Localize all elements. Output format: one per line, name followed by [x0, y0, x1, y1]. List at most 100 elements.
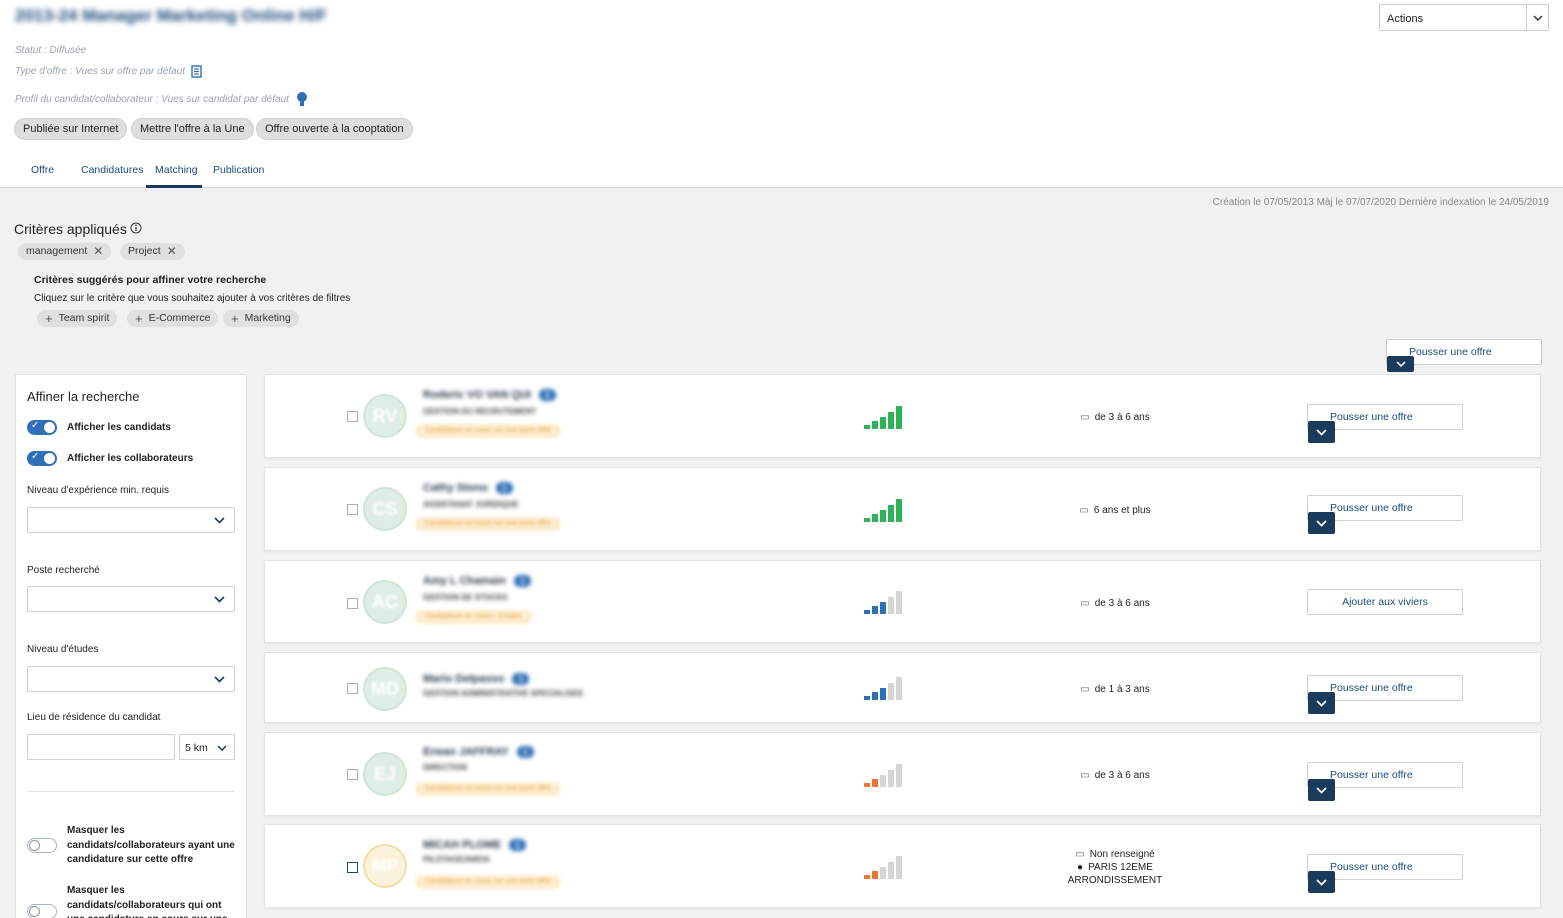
candidate-name-text: Cathy Stono — [423, 482, 488, 494]
candidate-name-text: Mario Delpasso — [423, 673, 505, 685]
candidate-name[interactable]: Amy L Chamain 1 — [423, 575, 531, 587]
match-bar — [880, 510, 886, 522]
push-offer-dropdown[interactable] — [1308, 512, 1335, 534]
match-bar — [888, 862, 894, 879]
check-icon: ✓ — [31, 420, 40, 431]
position-select[interactable] — [27, 586, 235, 612]
add-to-talent-pool-button[interactable]: Ajouter aux viviers — [1307, 589, 1463, 615]
experience-text: de 3 à 6 ans — [1094, 770, 1150, 781]
push-offer-dropdown[interactable] — [1308, 779, 1335, 801]
candidate-card[interactable]: MP MICAH PLOME 1 PILOTAGE/AMOA Candidature e… — [264, 824, 1541, 908]
distance-select[interactable]: 5 km — [179, 734, 235, 760]
experience-info: ▭ 6 ans et plus — [1055, 504, 1175, 517]
experience-select[interactable] — [27, 507, 235, 533]
location-pin-icon: ● — [1077, 862, 1084, 873]
mask-ongoing-toggle[interactable] — [27, 904, 57, 918]
push-offer-label: Pousser une offre — [1409, 346, 1492, 358]
experience-label: Niveau d'expérience min. requis — [27, 485, 169, 496]
push-offer-label: Pousser une offre — [1330, 411, 1413, 423]
avatar-initials: MD — [371, 678, 399, 699]
candidate-checkbox[interactable] — [347, 862, 358, 873]
candidate-count-badge: 1 — [512, 673, 530, 685]
document-icon[interactable] — [191, 65, 202, 78]
show-collaborators-toggle[interactable]: ✓ — [27, 451, 57, 466]
candidate-card[interactable]: RV Roderic VO VAN QUI 1 GESTION DU RECRUTEM… — [264, 374, 1541, 458]
candidate-checkbox[interactable] — [347, 683, 358, 694]
candidate-name[interactable]: Erwan JAFFRAY 1 — [423, 746, 534, 758]
avatar-initials: CS — [372, 498, 398, 519]
tab-offre[interactable]: Offre — [31, 164, 54, 176]
chevron-down-icon — [214, 515, 225, 527]
candidate-role: DIRECTION — [423, 763, 467, 772]
avatar-initials: RV — [372, 405, 398, 426]
candidate-name[interactable]: Cathy Stono 1 — [423, 482, 513, 494]
candidate-checkbox[interactable] — [347, 598, 358, 609]
mask-applied-toggle[interactable] — [27, 838, 57, 853]
distance-value: 5 km — [185, 742, 208, 754]
match-bar — [896, 591, 902, 614]
close-icon[interactable]: ✕ — [93, 243, 103, 260]
suggested-chip-marketing[interactable]: + Marketing — [223, 310, 299, 327]
chevron-down-icon — [214, 674, 225, 686]
chip-label: Project — [128, 245, 161, 257]
tab-matching[interactable]: Matching — [155, 164, 198, 176]
avatar-initials: MP — [371, 855, 399, 876]
candidate-name[interactable]: Roderic VO VAN QUI 1 — [423, 389, 556, 401]
suggested-chip-team-spirit[interactable]: + Team spirit — [37, 310, 118, 327]
criteria-title: Critères appliqués — [14, 221, 142, 237]
criteria-chip-management[interactable]: management ✕ — [18, 243, 112, 260]
offer-type: Type d'offre : Vues sur offre par défaut — [15, 65, 202, 78]
push-offer-dropdown[interactable] — [1308, 692, 1335, 714]
offer-header: 2013-24 Manager Marketing Online H/F Sta… — [0, 0, 1563, 188]
match-bar — [872, 606, 878, 614]
match-bar — [896, 764, 902, 787]
candidate-card[interactable]: AC Amy L Chamain 1 GESTION DE STOCKS Candida… — [264, 560, 1541, 643]
cooptation-pill[interactable]: Offre ouverte à la cooptation — [256, 118, 413, 140]
candidate-checkbox[interactable] — [347, 504, 358, 515]
match-score-bars — [864, 855, 908, 879]
offer-status-text: Statut : Diffusée — [15, 45, 87, 56]
experience-text: de 3 à 6 ans — [1094, 412, 1150, 423]
push-offer-dropdown[interactable] — [1308, 871, 1335, 893]
actions-dropdown[interactable]: Actions — [1379, 4, 1549, 31]
candidate-name[interactable]: MICAH PLOME 1 — [423, 839, 527, 851]
candidate-role: GESTION DE STOCKS — [423, 593, 508, 602]
info-icon[interactable] — [130, 221, 142, 237]
person-icon[interactable] — [295, 91, 309, 107]
push-offer-label: Pousser une offre — [1330, 502, 1413, 514]
match-bar — [864, 518, 870, 522]
candidate-checkbox[interactable] — [347, 411, 358, 422]
candidate-name[interactable]: Mario Delpasso 1 — [423, 673, 530, 685]
suggested-chip-ecommerce[interactable]: + E-Commerce — [127, 310, 219, 327]
candidate-checkbox[interactable] — [347, 769, 358, 780]
residence-input[interactable] — [27, 734, 175, 760]
match-score-bars — [864, 676, 908, 700]
candidate-card[interactable]: MD Mario Delpasso 1 GESTION ADMINISTRATIVE … — [264, 652, 1541, 723]
avatar[interactable]: MP — [363, 844, 407, 888]
avatar[interactable]: CS — [363, 487, 407, 531]
candidate-card[interactable]: EJ Erwan JAFFRAY 1 DIRECTION Candidature en … — [264, 732, 1541, 816]
avatar-initials: EJ — [373, 763, 397, 784]
push-offer-label: Pousser une offre — [1330, 769, 1413, 781]
tab-candidatures[interactable]: Candidatures — [81, 164, 143, 176]
briefcase-icon: ▭ — [1080, 770, 1090, 781]
criteria-chip-project[interactable]: Project ✕ — [120, 243, 185, 260]
published-internet-pill[interactable]: Publiée sur Internet — [14, 118, 128, 140]
feature-offer-pill[interactable]: Mettre l'offre à la Une — [131, 118, 254, 140]
show-candidates-toggle[interactable]: ✓ — [27, 420, 57, 435]
briefcase-icon: ▭ — [1079, 505, 1089, 516]
residence-label: Lieu de résidence du candidat — [27, 712, 161, 723]
push-offer-dropdown[interactable] — [1387, 356, 1414, 372]
candidate-role: GESTION DU RECRUTEMENT — [423, 407, 537, 416]
push-offer-dropdown[interactable] — [1308, 421, 1335, 443]
avatar[interactable]: RV — [363, 394, 407, 438]
close-icon[interactable]: ✕ — [167, 243, 177, 260]
avatar[interactable]: AC — [363, 580, 407, 624]
match-bar — [880, 688, 886, 700]
plus-icon: + — [45, 311, 53, 326]
avatar[interactable]: EJ — [363, 752, 407, 796]
candidate-card[interactable]: CS Cathy Stono 1 ASSISTANAT JURIDIQUE Candid… — [264, 467, 1541, 551]
education-select[interactable] — [27, 666, 235, 692]
tab-publication[interactable]: Publication — [213, 164, 264, 176]
avatar[interactable]: MD — [363, 667, 407, 711]
